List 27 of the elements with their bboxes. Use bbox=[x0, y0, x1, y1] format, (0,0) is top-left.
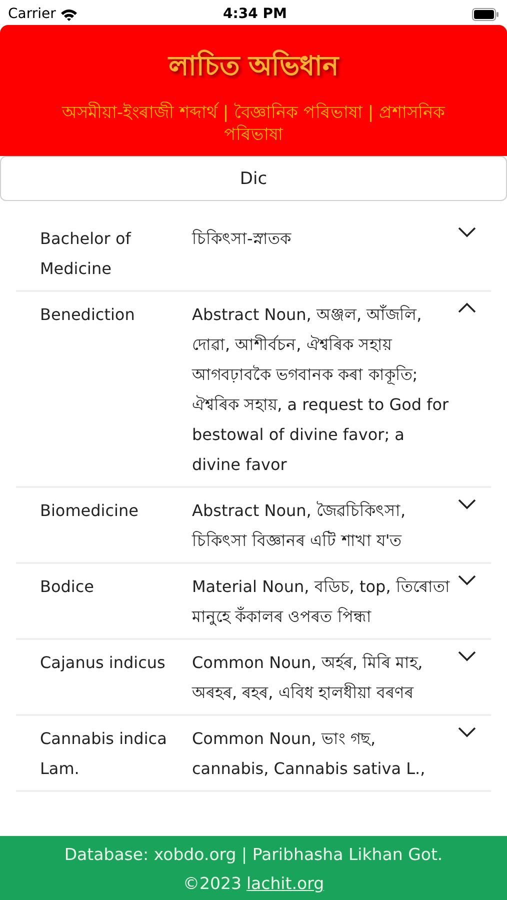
entry-term: Cannabis indica Lam. bbox=[40, 728, 168, 780]
entry-definition: Common Noun, অৰ্হৰ, মিৰি মাহ, অৰহৰ, ৰহৰ, এবিধ হালধীয়া বৰণৰ bbox=[192, 652, 424, 704]
entry-definition: Abstract Noun, জৈৱচিকিৎসা, চিকিৎসা বিজ্ঞানৰ এটি শাখা য'ত bbox=[192, 500, 407, 552]
footer-credit: Database: xobdo.org | Paribhasha Likhan Got. bbox=[63, 844, 444, 866]
app-subtitle: অসমীয়া-ইংৰাজী শব্দাৰ্থ | বৈজ্ঞানিক পৰিভাষা | প্ৰশাসনিক পৰিভাষা bbox=[60, 102, 446, 146]
entry-definition: Material Noun, বডিচ, top, তিৰোতা মানুহে কঁকালৰ ওপৰত পিন্ধা bbox=[192, 576, 451, 628]
copyright-text: ©2023 bbox=[182, 873, 242, 895]
wifi-icon bbox=[60, 8, 78, 20]
chevron-up-icon[interactable] bbox=[457, 302, 477, 314]
clock-time: 4:34 PM bbox=[223, 6, 287, 22]
app-title: লাচিত অভিধান bbox=[166, 48, 340, 84]
dictionary-button[interactable]: Dic bbox=[0, 156, 507, 201]
chevron-down-icon[interactable] bbox=[457, 498, 477, 510]
chevron-down-icon[interactable] bbox=[457, 650, 477, 662]
entry-term: Cajanus indicus bbox=[40, 652, 166, 674]
entry-term: Bachelor of Medicine bbox=[40, 228, 132, 280]
battery-icon bbox=[472, 8, 499, 20]
entry-term: Benediction bbox=[40, 304, 136, 326]
entry-definition: Abstract Noun, অঞ্জল, আঁজলি, দোৱা, আশীৰ্বচন, ঐশ্বৰিক সহায় আগবঢ়াবকৈ ভগবানক কৰা কাকূতি; ঐশ্বৰিক সহায়, a request to God for bestowal of divine favor; a divine favor bbox=[192, 304, 450, 476]
chevron-down-icon[interactable] bbox=[457, 574, 477, 586]
entry-term: Bodice bbox=[40, 576, 96, 598]
chevron-down-icon[interactable] bbox=[457, 726, 477, 738]
entry-term: Biomedicine bbox=[40, 500, 140, 522]
entry-definition: চিকিৎসা-স্নাতক bbox=[192, 228, 292, 250]
carrier-label: Carrier bbox=[8, 6, 56, 22]
chevron-down-icon[interactable] bbox=[457, 226, 477, 238]
entry-definition: Common Noun, ভাং গছ, cannabis, Cannabis sativa L., bbox=[192, 728, 426, 780]
